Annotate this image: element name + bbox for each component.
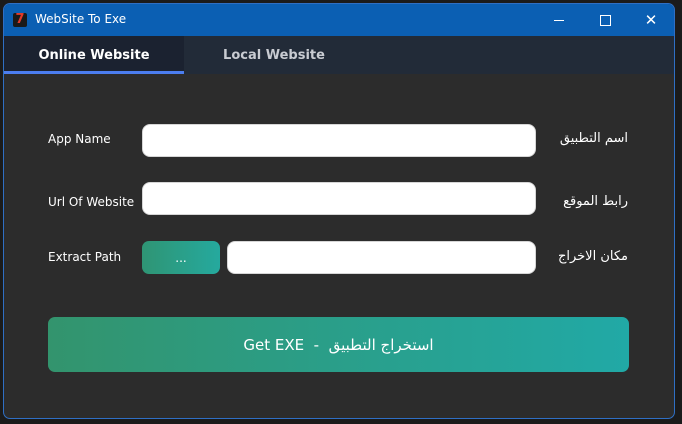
app-name-label-ar: اسم التطبيق [559,131,628,146]
extract-path-input[interactable] [227,241,536,274]
get-exe-button[interactable]: Get EXE - استخراج التطبيق [48,317,629,372]
app-name-input[interactable] [142,124,536,157]
app-window: 7 WebSite To Exe ✕ Online Website Local … [3,3,675,419]
app-name-label: App Name [48,132,111,146]
active-tab-indicator [4,71,184,74]
url-input[interactable] [142,182,536,215]
maximize-icon [599,14,611,26]
close-icon: ✕ [644,10,658,29]
maximize-button[interactable] [582,4,628,36]
tab-bar: Online Website Local Website [4,36,674,74]
tab-online-website-label: Online Website [38,47,150,63]
tab-local-website[interactable]: Local Website [184,36,364,74]
browse-button[interactable]: ... [142,241,220,274]
close-button[interactable]: ✕ [628,4,674,36]
url-label-ar: رابط الموقع [563,194,628,209]
minimize-icon [554,19,564,21]
extract-path-label-ar: مكان الاخراج [557,249,628,264]
tab-online-website[interactable]: Online Website [4,36,184,74]
minimize-button[interactable] [536,4,582,36]
extract-path-label: Extract Path [48,250,122,264]
tab-local-website-label: Local Website [223,47,325,63]
get-exe-button-label: Get EXE - استخراج التطبيق [243,335,434,354]
url-label: Url Of Website [48,195,135,209]
title-bar[interactable]: 7 WebSite To Exe ✕ [4,4,674,36]
app-logo-icon: 7 [13,13,27,27]
window-title: WebSite To Exe [35,12,127,26]
